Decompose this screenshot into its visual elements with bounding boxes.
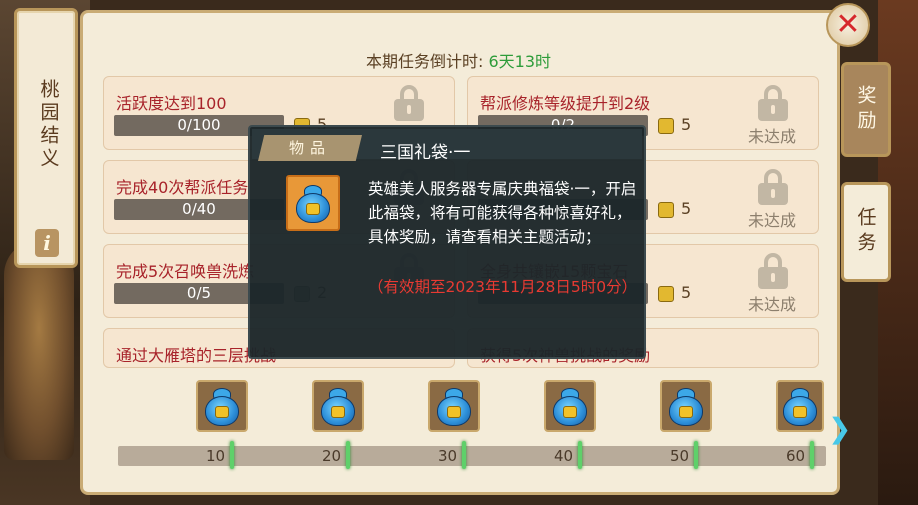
task-status: 未达成	[748, 127, 797, 146]
countdown-text: 本期任务倒计时: 6天13时	[83, 48, 837, 72]
countdown-value: 6天13时	[488, 52, 552, 71]
milestone-gift-button[interactable]	[428, 380, 480, 432]
milestone-tick	[578, 441, 582, 469]
milestone-label: 50	[670, 447, 690, 465]
close-button[interactable]: ✕	[826, 3, 870, 47]
event-tab-label: 桃园结义	[37, 79, 60, 171]
close-icon: ✕	[835, 7, 861, 42]
milestone-gift-button[interactable]	[196, 380, 248, 432]
gift-bag-icon	[286, 175, 340, 231]
info-icon[interactable]: i	[35, 229, 59, 257]
event-tab-taoyuan[interactable]: 桃园结义 i	[14, 8, 78, 268]
countdown-label: 本期任务倒计时:	[366, 52, 489, 71]
milestone-tick	[462, 441, 466, 469]
milestone-tick	[230, 441, 234, 469]
gift-bag-icon	[551, 386, 589, 426]
reward-count: 5	[681, 199, 692, 218]
task-title: 活跃度达到100	[116, 94, 227, 113]
lock-icon	[394, 85, 424, 121]
milestone-label: 30	[438, 447, 458, 465]
task-title: 帮派修炼等级提升到2级	[480, 94, 651, 113]
ingot-icon	[658, 118, 674, 134]
gift-bag-icon	[203, 386, 241, 426]
tooltip-expiry: （有效期至2023年11月28日5时0分）	[368, 278, 638, 296]
gift-bag-icon	[319, 386, 357, 426]
gift-bag-icon	[781, 386, 819, 426]
milestone-gift-button[interactable]	[776, 380, 824, 432]
milestone-gift-button[interactable]	[660, 380, 712, 432]
lock-icon	[758, 253, 788, 289]
tooltip-item-name: 三国礼袋·一	[380, 143, 471, 163]
gift-bag-icon	[667, 386, 705, 426]
task-status: 未达成	[748, 295, 797, 314]
milestone-tick	[810, 441, 814, 469]
reward-count: 5	[681, 115, 692, 134]
tab-reward[interactable]: 奖励	[841, 62, 891, 157]
item-tooltip: 物品 三国礼袋·一 英雄美人服务器专属庆典福袋·一，开启此福袋，将有可能获得各种…	[248, 125, 646, 359]
lock-icon	[758, 85, 788, 121]
reward-count: 5	[681, 283, 692, 302]
milestone-label: 40	[554, 447, 574, 465]
milestone-tick	[694, 441, 698, 469]
tooltip-category-label: 物品	[258, 135, 362, 161]
milestone-label: 60	[786, 447, 806, 465]
ingot-icon	[658, 286, 674, 302]
tab-task[interactable]: 任务	[841, 182, 891, 282]
lock-icon	[758, 169, 788, 205]
milestone-gift-button[interactable]	[312, 380, 364, 432]
ingot-icon	[658, 202, 674, 218]
chevron-right-icon[interactable]: ❯	[828, 412, 851, 445]
tooltip-description: 英雄美人服务器专属庆典福袋·一，开启此福袋，将有可能获得各种惊喜好礼，具体奖励，…	[368, 180, 637, 246]
task-title: 完成40次帮派任务	[116, 178, 249, 197]
task-title: 完成5次召唤兽洗炼	[116, 262, 255, 281]
task-status: 未达成	[748, 211, 797, 230]
bronze-ornament-decoration	[4, 240, 74, 460]
gift-bag-icon	[435, 386, 473, 426]
milestone-gift-button[interactable]	[544, 380, 596, 432]
milestone-tick	[346, 441, 350, 469]
milestone-label: 10	[206, 447, 226, 465]
milestone-label: 20	[322, 447, 342, 465]
